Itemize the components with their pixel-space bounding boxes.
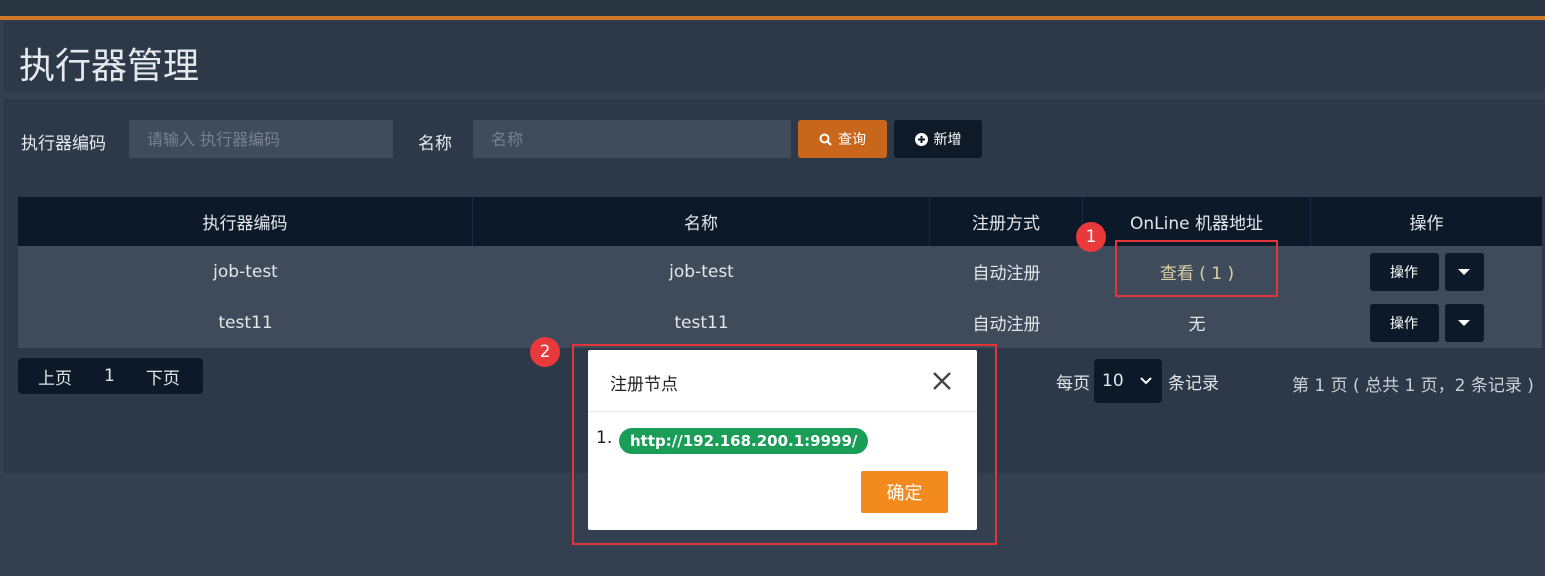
code-label: 执行器编码 — [21, 134, 106, 154]
operation-dropdown-button[interactable] — [1444, 303, 1484, 342]
page-size-select[interactable]: 10 — [1094, 359, 1162, 403]
prev-page-button[interactable]: 上页 — [38, 364, 72, 389]
page-title: 执行器管理 — [19, 46, 200, 87]
operation-dropdown-button[interactable] — [1444, 252, 1484, 291]
caret-down-icon — [1458, 268, 1470, 275]
header-name: 名称 — [473, 197, 930, 246]
add-button[interactable]: 新增 — [894, 120, 982, 158]
name-label: 名称 — [418, 134, 452, 154]
cell-register: 自动注册 — [972, 264, 1041, 284]
header-online: OnLine 机器地址 — [1083, 197, 1311, 246]
cell-operation: 操作 — [1311, 246, 1542, 297]
pagination: 上页 1 下页 — [18, 358, 203, 394]
next-page-button[interactable]: 下页 — [146, 364, 180, 389]
plus-circle-icon — [914, 132, 928, 146]
cell-code: test11 — [218, 312, 273, 333]
search-icon — [819, 133, 832, 146]
table-header: 执行器编码 名称 注册方式 OnLine 机器地址 操作 — [18, 197, 1542, 246]
highlight-box-dialog — [572, 344, 997, 545]
chevron-down-icon — [1140, 377, 1152, 385]
table-row: test11 test11 自动注册 无 操作 — [18, 297, 1542, 348]
per-page-prefix: 每页 — [1056, 373, 1090, 394]
highlight-box-online — [1115, 240, 1278, 297]
name-search-input[interactable] — [473, 120, 791, 158]
accent-line — [0, 16, 1545, 20]
search-button-label: 查询 — [838, 132, 866, 148]
annotation-badge: 1 — [1076, 222, 1106, 252]
page-size-control: 每页 10 条记录 — [1056, 359, 1219, 403]
annotation-badge: 2 — [530, 337, 560, 367]
add-button-label: 新增 — [933, 132, 962, 148]
per-page-suffix: 条记录 — [1168, 373, 1219, 394]
cell-operation: 操作 — [1311, 297, 1542, 348]
table-row: job-test job-test 自动注册 查看 ( 1 ) 操作 — [18, 246, 1542, 297]
code-search-input[interactable] — [129, 120, 393, 158]
cell-code: job-test — [213, 261, 278, 282]
current-page[interactable]: 1 — [104, 366, 115, 386]
cell-online: 无 — [1188, 315, 1206, 335]
page-size-value: 10 — [1102, 371, 1124, 391]
cell-register: 自动注册 — [972, 315, 1041, 335]
top-bar — [0, 0, 1545, 20]
header-code: 执行器编码 — [18, 197, 473, 246]
header-register: 注册方式 — [930, 197, 1083, 246]
page-summary: 第 1 页 ( 总共 1 页，2 条记录 ) — [1292, 376, 1534, 396]
operation-button[interactable]: 操作 — [1369, 303, 1439, 342]
title-panel: 执行器管理 — [3, 21, 1545, 92]
operation-button[interactable]: 操作 — [1369, 252, 1439, 291]
header-operation: 操作 — [1409, 214, 1444, 234]
caret-down-icon — [1458, 319, 1470, 326]
search-button[interactable]: 查询 — [798, 120, 887, 158]
cell-name: job-test — [669, 261, 734, 282]
